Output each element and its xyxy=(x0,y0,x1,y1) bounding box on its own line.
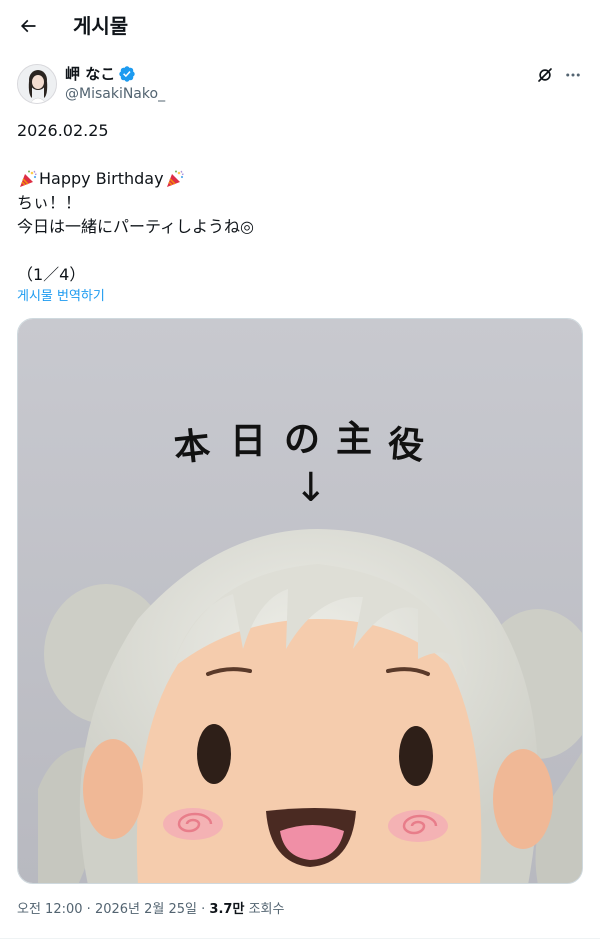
caption-arrow: ↓ xyxy=(294,465,328,511)
tweet-line-birthday: Happy Birthday xyxy=(17,167,577,191)
tweet-meta: 오전 12:00 · 2026년 2월 25일 · 3.7만 조회수 xyxy=(17,900,284,920)
meta-separator: · xyxy=(86,902,91,917)
avatar-image xyxy=(18,65,56,103)
caption-char: 主 xyxy=(336,419,372,460)
arrow-left-icon xyxy=(20,19,36,33)
tweet-text: 2026.02.25 Happy Birthday ちぃ！！ 今日は一緒にパーテ… xyxy=(17,119,577,287)
caption-char: 日 xyxy=(230,421,266,462)
view-label: 조회수 xyxy=(248,902,285,917)
verified-badge-icon xyxy=(118,65,136,83)
caption-char: 本 xyxy=(172,425,212,470)
grok-button[interactable] xyxy=(535,65,555,85)
more-horizontal-icon xyxy=(566,73,580,77)
tweet-date[interactable]: 2026년 2월 25일 xyxy=(95,902,197,917)
avatar[interactable] xyxy=(17,64,57,104)
party-popper-icon xyxy=(166,170,184,187)
name-row: 岬 なこ xyxy=(65,64,136,84)
caption-char: 役 xyxy=(386,424,425,468)
back-button[interactable] xyxy=(14,12,42,40)
tweet-line-party: 今日は一緒にパーティしようね◎ xyxy=(17,217,255,236)
tweet-line-counter: （1／4） xyxy=(17,265,86,284)
divider xyxy=(0,938,600,939)
meta-separator: · xyxy=(201,902,206,917)
tweet-line-chii: ちぃ！！ xyxy=(17,193,82,212)
page-title: 게시물 xyxy=(73,14,129,38)
more-options-button[interactable] xyxy=(562,65,584,85)
tweet-author: 岬 なこ @MisakiNako_ xyxy=(17,62,583,106)
tweet-time[interactable]: 오전 12:00 xyxy=(17,902,83,917)
grok-icon xyxy=(538,68,552,82)
top-bar: 게시물 xyxy=(0,0,600,52)
view-count: 3.7만 xyxy=(209,902,245,917)
tweet-line-date: 2026.02.25 xyxy=(17,121,109,140)
plush-photo: 本 日 の 主 役 ↓ xyxy=(18,319,582,883)
caption-char: の xyxy=(284,419,320,460)
party-popper-icon xyxy=(20,170,37,187)
translate-post-link[interactable]: 게시물 번역하기 xyxy=(17,288,105,306)
tweet-photo[interactable]: 本 日 の 主 役 ↓ xyxy=(17,318,583,884)
author-handle[interactable]: @MisakiNako_ xyxy=(65,84,165,104)
birthday-text: Happy Birthday xyxy=(39,169,164,188)
display-name[interactable]: 岬 なこ xyxy=(65,64,115,84)
